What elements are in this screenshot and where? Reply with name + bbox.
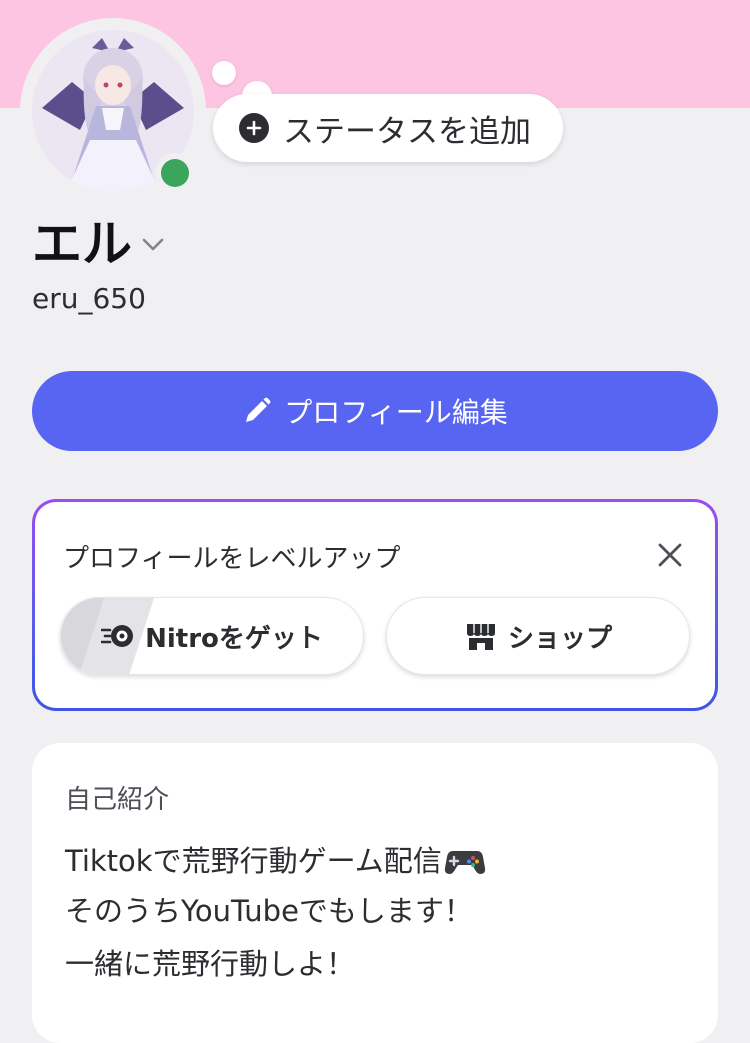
display-name[interactable]: エル bbox=[32, 212, 132, 276]
bio-line: Tiktokで荒野行動ゲーム配信 bbox=[65, 838, 486, 880]
nitro-icon bbox=[101, 625, 134, 647]
about-me-card: 自己紹介 Tiktokで荒野行動ゲーム配信 そのうちYouTubeでもします！ … bbox=[32, 743, 718, 1043]
shop-button[interactable]: ショップ bbox=[386, 597, 690, 675]
shop-label: ショップ bbox=[507, 623, 612, 654]
get-nitro-button[interactable]: Nitroをゲット bbox=[60, 597, 364, 675]
status-bubble-dot bbox=[212, 61, 236, 85]
level-up-card: プロフィールをレベルアップ Nitroをゲット ショップ bbox=[32, 499, 718, 711]
shop-icon bbox=[466, 624, 495, 650]
plus-icon bbox=[239, 113, 269, 143]
level-up-title: プロフィールをレベルアップ bbox=[63, 544, 401, 574]
add-status-label: ステータスを追加 bbox=[283, 113, 531, 150]
online-status-indicator bbox=[161, 159, 189, 187]
edit-profile-label: プロフィール編集 bbox=[284, 396, 508, 429]
close-icon[interactable] bbox=[657, 542, 683, 568]
username: eru_650 bbox=[32, 282, 146, 315]
pencil-icon bbox=[246, 397, 271, 422]
edit-profile-button[interactable]: プロフィール編集 bbox=[32, 371, 718, 451]
about-me-title: 自己紹介 bbox=[65, 785, 170, 815]
bio-text: Tiktokで荒野行動ゲーム配信 bbox=[65, 844, 442, 878]
bio-line: 一緒に荒野行動しよ！ bbox=[65, 947, 356, 981]
bio-line: そのうちYouTubeでもします！ bbox=[65, 894, 473, 928]
chevron-down-icon[interactable] bbox=[140, 234, 166, 254]
game-controller-icon bbox=[444, 851, 485, 874]
get-nitro-label: Nitroをゲット bbox=[145, 623, 323, 654]
add-status-button[interactable]: ステータスを追加 bbox=[213, 94, 563, 162]
